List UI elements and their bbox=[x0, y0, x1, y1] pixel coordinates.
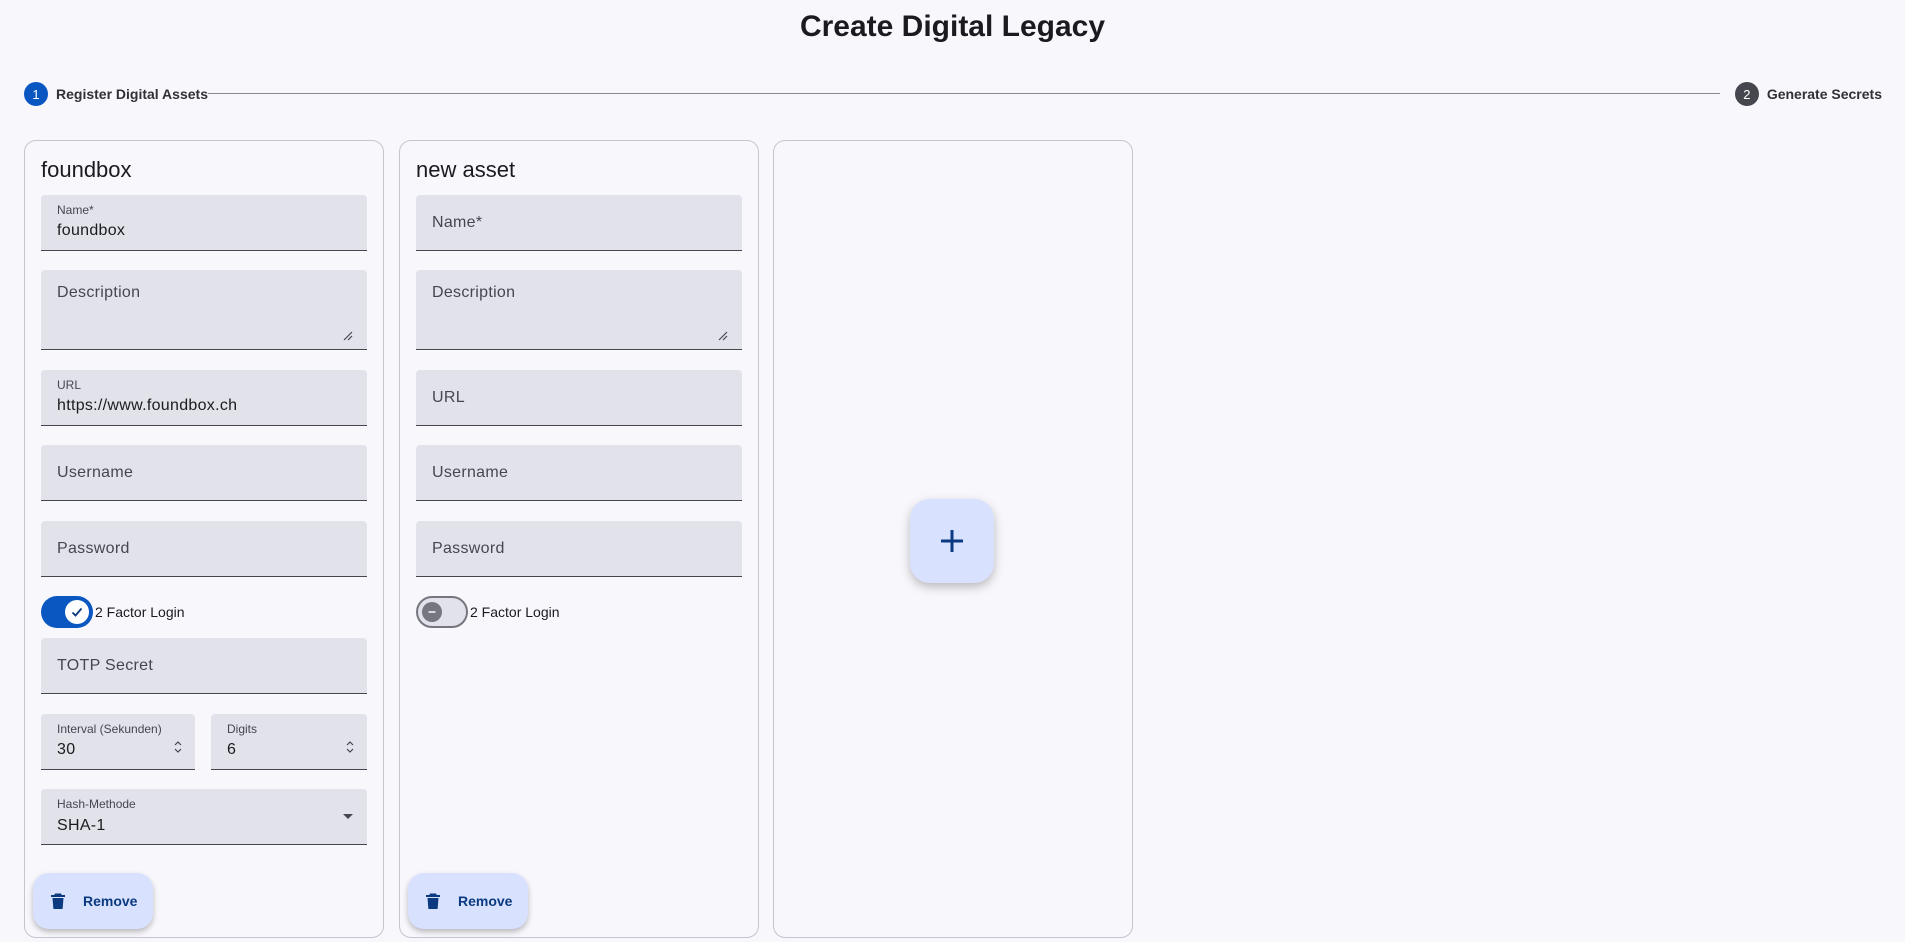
trash-icon bbox=[426, 893, 440, 909]
totp-secret-label: TOTP Secret bbox=[57, 657, 154, 674]
step-number: 2 bbox=[1734, 82, 1759, 106]
password-field[interactable]: Password bbox=[41, 521, 367, 577]
asset-title: new asset bbox=[416, 157, 516, 182]
url-value: https://www.foundbox.ch bbox=[57, 397, 238, 414]
digits-field[interactable]: Digits 6 bbox=[211, 714, 367, 770]
interval-field[interactable]: Interval (Sekunden) 30 bbox=[41, 714, 195, 770]
two-factor-row: 2 Factor Login bbox=[41, 596, 185, 628]
remove-label: Remove bbox=[458, 893, 513, 909]
two-factor-switch[interactable] bbox=[41, 596, 93, 628]
spinner-arrows-icon[interactable] bbox=[345, 738, 355, 756]
url-field[interactable]: URL https://www.foundbox.ch bbox=[41, 370, 367, 426]
description-field[interactable]: Description bbox=[41, 270, 367, 350]
add-asset-card bbox=[773, 140, 1133, 938]
digits-value: 6 bbox=[227, 741, 237, 758]
step-register-digital-assets[interactable]: 1 Register Digital Assets bbox=[24, 82, 208, 106]
name-value: foundbox bbox=[57, 222, 126, 239]
minus-icon bbox=[428, 611, 436, 613]
url-field[interactable]: URL bbox=[416, 370, 742, 426]
resize-handle-icon[interactable] bbox=[341, 329, 353, 341]
check-icon bbox=[71, 607, 83, 617]
password-label: Password bbox=[57, 540, 130, 557]
remove-label: Remove bbox=[83, 893, 138, 909]
switch-knob bbox=[422, 602, 442, 622]
hash-method-value: SHA-1 bbox=[57, 817, 106, 834]
username-field[interactable]: Username bbox=[41, 445, 367, 501]
trash-icon bbox=[51, 893, 65, 909]
username-field[interactable]: Username bbox=[416, 445, 742, 501]
description-label: Description bbox=[432, 284, 516, 301]
asset-card-foundbox: foundbox Name* foundbox Description URL … bbox=[24, 140, 384, 938]
spinner-arrows-icon[interactable] bbox=[173, 738, 183, 756]
name-label: Name* bbox=[432, 214, 483, 231]
step-label: Generate Secrets bbox=[1766, 86, 1882, 102]
interval-label: Interval (Sekunden) bbox=[57, 722, 162, 736]
url-label: URL bbox=[432, 389, 465, 406]
step-number: 1 bbox=[24, 82, 48, 106]
switch-knob bbox=[65, 600, 89, 624]
two-factor-label: 2 Factor Login bbox=[95, 604, 185, 620]
digits-label: Digits bbox=[227, 722, 258, 736]
asset-card-new: new asset Name* Description URL Username… bbox=[399, 140, 759, 938]
hash-method-select[interactable]: Hash-Methode SHA-1 bbox=[41, 789, 367, 845]
stepper: 1 Register Digital Assets 2 Generate Sec… bbox=[24, 82, 1882, 106]
two-factor-row: 2 Factor Login bbox=[416, 596, 560, 628]
step-label: Register Digital Assets bbox=[56, 86, 208, 102]
page-title: Create Digital Legacy bbox=[799, 10, 1106, 43]
username-label: Username bbox=[432, 464, 509, 481]
add-asset-button[interactable] bbox=[910, 499, 994, 583]
interval-value: 30 bbox=[57, 741, 76, 758]
plus-icon bbox=[941, 530, 963, 552]
password-label: Password bbox=[432, 540, 505, 557]
dropdown-arrow-icon[interactable] bbox=[343, 814, 353, 819]
remove-button[interactable]: Remove bbox=[408, 873, 528, 929]
name-field[interactable]: Name* bbox=[416, 195, 742, 251]
name-field[interactable]: Name* foundbox bbox=[41, 195, 367, 251]
name-label: Name* bbox=[57, 203, 94, 217]
asset-title: foundbox bbox=[41, 157, 132, 182]
stepper-connector bbox=[208, 93, 1720, 94]
description-field[interactable]: Description bbox=[416, 270, 742, 350]
remove-button[interactable]: Remove bbox=[33, 873, 153, 929]
step-generate-secrets[interactable]: 2 Generate Secrets bbox=[1734, 82, 1882, 106]
hash-method-label: Hash-Methode bbox=[57, 797, 136, 811]
totp-secret-field[interactable]: TOTP Secret bbox=[41, 638, 367, 694]
two-factor-label: 2 Factor Login bbox=[470, 604, 560, 620]
url-label: URL bbox=[57, 378, 82, 392]
resize-handle-icon[interactable] bbox=[716, 329, 728, 341]
password-field[interactable]: Password bbox=[416, 521, 742, 577]
username-label: Username bbox=[57, 464, 134, 481]
two-factor-switch[interactable] bbox=[416, 596, 468, 628]
description-label: Description bbox=[57, 284, 141, 301]
